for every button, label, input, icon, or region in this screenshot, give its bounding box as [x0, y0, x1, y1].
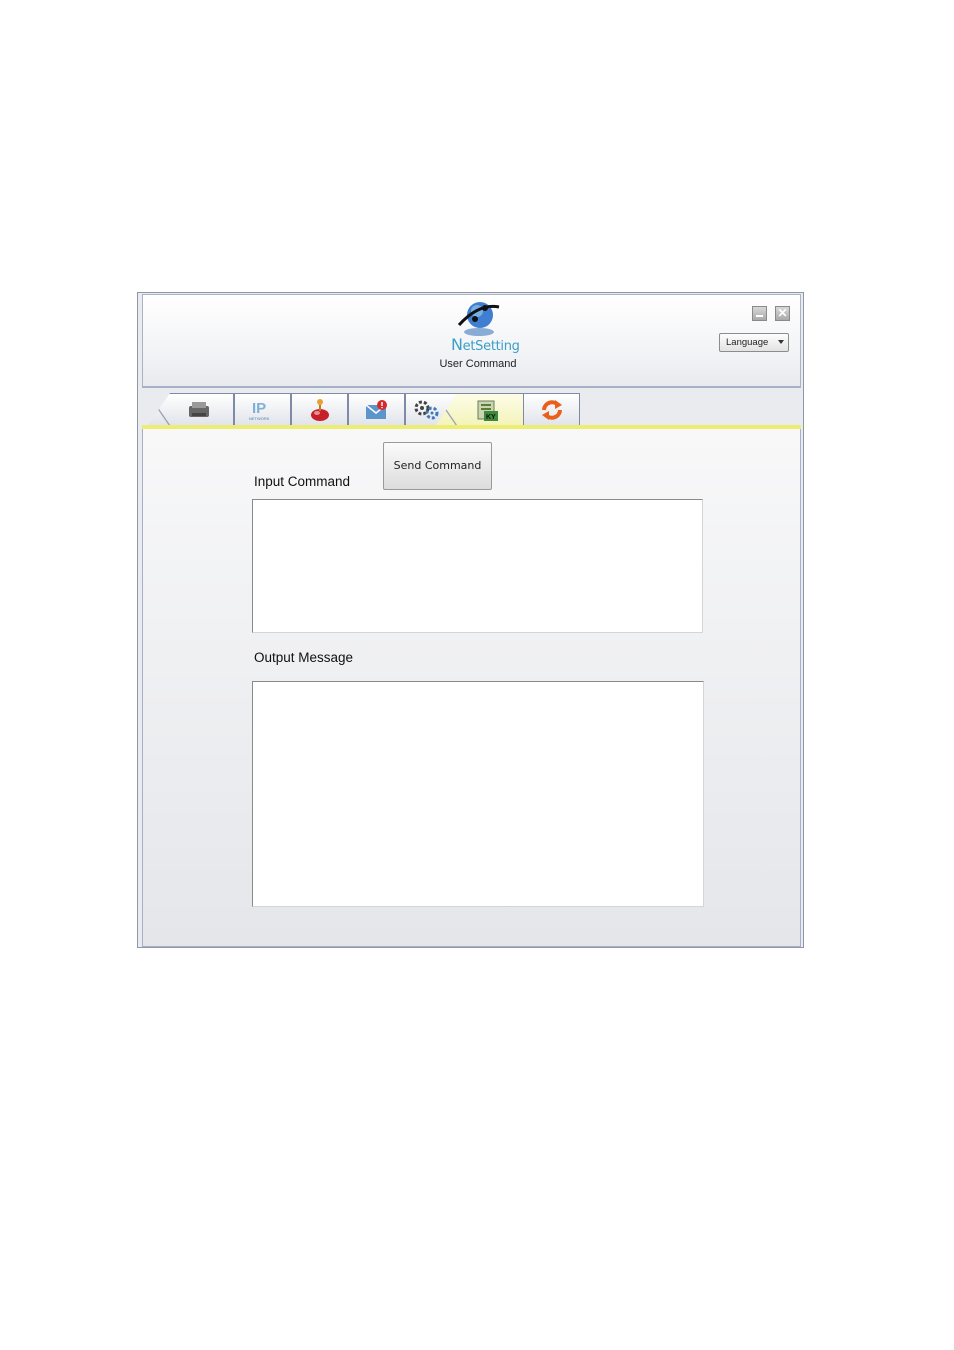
tab-alarm[interactable]	[291, 393, 348, 425]
close-icon[interactable]: ✕	[775, 306, 790, 321]
tab-email-alert[interactable]	[348, 393, 405, 425]
netsetting-logo-icon	[457, 302, 500, 336]
svg-text:KY: KY	[486, 414, 496, 421]
ip-network-icon: IP NETWORK	[249, 400, 270, 421]
svg-text:NETWORK: NETWORK	[249, 416, 270, 421]
tab-refresh[interactable]	[523, 393, 580, 425]
svg-text:IP: IP	[252, 400, 266, 417]
email-alert-icon	[365, 399, 387, 419]
language-label: Language	[726, 337, 769, 348]
netsetting-window: NetSetting User Command ✕ Language IP NE…	[137, 292, 804, 948]
send-command-button[interactable]: Send Command	[383, 442, 492, 490]
settings-gears-icon	[414, 400, 439, 419]
tab-printer[interactable]	[148, 393, 234, 425]
chevron-down-icon	[778, 340, 784, 344]
refresh-icon	[541, 399, 562, 420]
tab-strip: IP NETWORK KY	[142, 393, 801, 427]
input-command-field[interactable]	[252, 499, 703, 633]
printer-icon	[189, 401, 209, 417]
input-command-label: Input Command	[254, 474, 351, 489]
tab-ip-network[interactable]: IP NETWORK	[234, 393, 291, 425]
minimize-icon[interactable]	[752, 306, 767, 321]
header-panel: NetSetting User Command ✕ Language	[142, 294, 801, 388]
page-subtitle: User Command	[439, 358, 517, 370]
app-logo-text: NetSetting	[451, 335, 520, 354]
language-dropdown[interactable]: Language	[719, 333, 789, 352]
output-message-field[interactable]	[252, 681, 704, 907]
user-command-panel: Send Command Input Command Output Messag…	[142, 429, 801, 947]
user-command-icon: KY	[477, 400, 498, 421]
output-message-label: Output Message	[254, 650, 354, 665]
alarm-icon	[310, 398, 329, 421]
